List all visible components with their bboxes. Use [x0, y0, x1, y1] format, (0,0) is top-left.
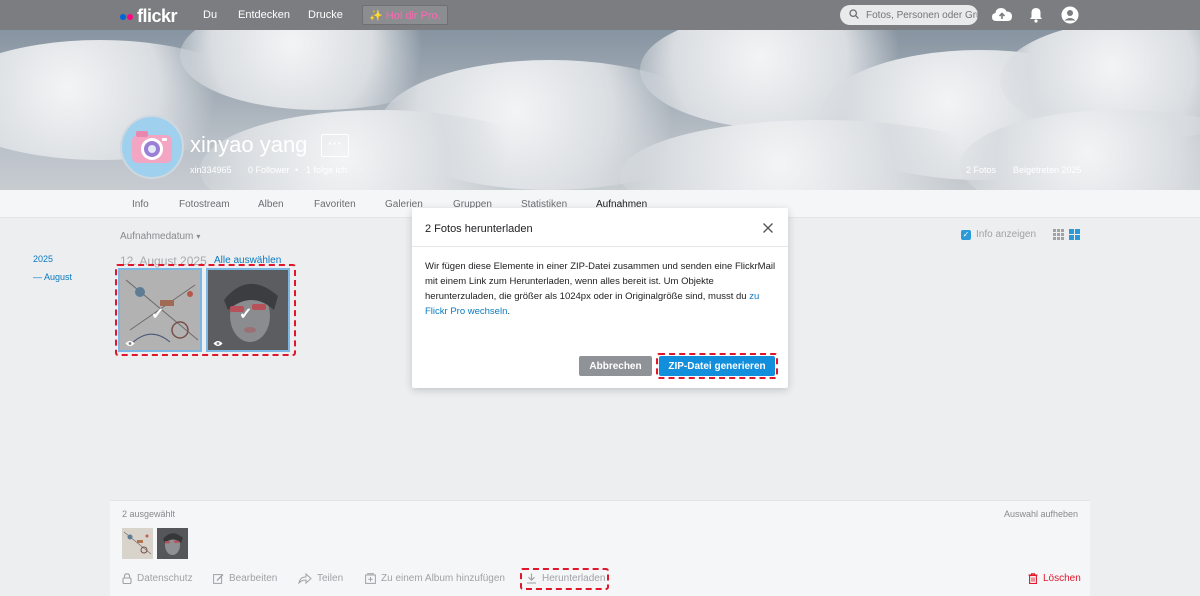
share-action[interactable]: Teilen	[298, 573, 343, 584]
dialog-divider	[412, 246, 788, 247]
get-pro-button[interactable]: ✨ Hol dir Pro.	[362, 5, 448, 25]
small-grid-view-icon[interactable]	[1053, 229, 1064, 240]
nav-link-drucke[interactable]: Drucke	[308, 9, 343, 21]
dialog-title: 2 Fotos herunterladen	[425, 223, 533, 235]
edit-label: Bearbeiten	[229, 573, 278, 584]
chevron-down-icon: ▾	[196, 232, 201, 241]
download-highlight-box	[520, 568, 609, 590]
nav-link-entdecken[interactable]: Entdecken	[238, 9, 290, 21]
tab-info[interactable]: Info	[132, 199, 149, 210]
top-navigation-bar: flickr Du Entdecken Drucke ✨ Hol dir Pro…	[0, 0, 1200, 30]
show-info-label: Info anzeigen	[976, 229, 1037, 240]
close-icon[interactable]	[762, 222, 774, 234]
add-to-album-label: Zu einem Album hinzufügen	[381, 573, 505, 584]
flickr-logo[interactable]: flickr	[120, 6, 178, 27]
camera-avatar-icon	[132, 131, 172, 163]
joined-date: Beigetreten 2025	[1013, 165, 1082, 175]
month-label: August	[44, 272, 73, 282]
sparkle-icon: ✨	[369, 10, 383, 22]
lock-icon	[122, 573, 132, 584]
checkbox-checked-icon: ✓	[961, 229, 971, 240]
clear-selection-link[interactable]: Auswahl aufheben	[1004, 509, 1078, 519]
selection-bar: 2 ausgewählt Auswahl aufheben Datenschut…	[110, 500, 1090, 596]
profile-username: xin334965	[190, 165, 232, 175]
cancel-button[interactable]: Abbrechen	[579, 356, 652, 376]
abstract-artwork-mini-thumbnail	[122, 528, 153, 559]
download-dialog: 2 Fotos herunterladen Wir fügen diese El…	[412, 208, 788, 388]
timeline-year[interactable]: 2025	[33, 254, 53, 264]
sort-label: Aufnahmedatum	[120, 231, 194, 242]
meta-separator: •	[295, 165, 299, 175]
add-to-album-action[interactable]: Zu einem Album hinzufügen	[365, 573, 505, 584]
timeline-month[interactable]: — August	[33, 272, 72, 282]
selection-count: 2 ausgewählt	[122, 509, 176, 519]
tab-favoriten[interactable]: Favoriten	[314, 199, 356, 210]
share-arrow-icon	[298, 573, 312, 584]
notifications-bell-icon[interactable]	[1029, 7, 1043, 23]
logo-text: flickr	[137, 6, 178, 26]
profile-avatar[interactable]	[120, 115, 184, 179]
nav-link-du[interactable]: Du	[203, 9, 217, 21]
selected-thumbnail-2	[157, 528, 188, 559]
large-grid-view-icon[interactable]	[1069, 229, 1080, 240]
followers-link[interactable]: 0 Follower	[248, 165, 290, 175]
delete-action[interactable]: Löschen	[1028, 573, 1081, 584]
search-input[interactable]	[840, 5, 978, 25]
logo-dots-icon	[120, 13, 133, 20]
account-avatar-icon[interactable]	[1061, 6, 1079, 24]
photos-highlight-box	[115, 264, 296, 356]
portrait-mini-thumbnail	[157, 528, 188, 559]
privacy-action[interactable]: Datenschutz	[122, 573, 193, 584]
delete-label: Löschen	[1043, 573, 1081, 584]
following-link[interactable]: 1 folge ich	[306, 165, 347, 175]
tab-alben[interactable]: Alben	[258, 199, 284, 210]
dialog-body: Wir fügen diese Elemente in einer ZIP-Da…	[425, 259, 777, 319]
photos-count: 2 Fotos	[966, 165, 997, 175]
sort-dropdown[interactable]: Aufnahmedatum ▾	[120, 231, 200, 242]
privacy-label: Datenschutz	[137, 573, 193, 584]
edit-action[interactable]: Bearbeiten	[213, 573, 277, 584]
get-pro-label: Hol dir Pro.	[385, 10, 441, 22]
edit-pencil-icon	[213, 574, 224, 584]
show-info-toggle[interactable]: ✓ Info anzeigen	[961, 229, 1036, 240]
search-icon	[849, 9, 859, 19]
upload-cloud-icon[interactable]	[991, 6, 1013, 24]
share-label: Teilen	[317, 573, 344, 584]
zip-button-highlight-box	[656, 353, 778, 379]
dialog-body-end: .	[507, 306, 510, 317]
tab-fotostream[interactable]: Fotostream	[179, 199, 230, 210]
profile-name: xinyao yang	[190, 132, 308, 157]
dialog-body-text: Wir fügen diese Elemente in einer ZIP-Da…	[425, 261, 776, 302]
profile-more-button[interactable]: ···	[321, 134, 349, 157]
trash-icon	[1028, 573, 1038, 584]
selected-thumbnail-1	[122, 528, 153, 559]
album-add-icon	[365, 573, 376, 584]
month-dash: —	[33, 272, 42, 282]
